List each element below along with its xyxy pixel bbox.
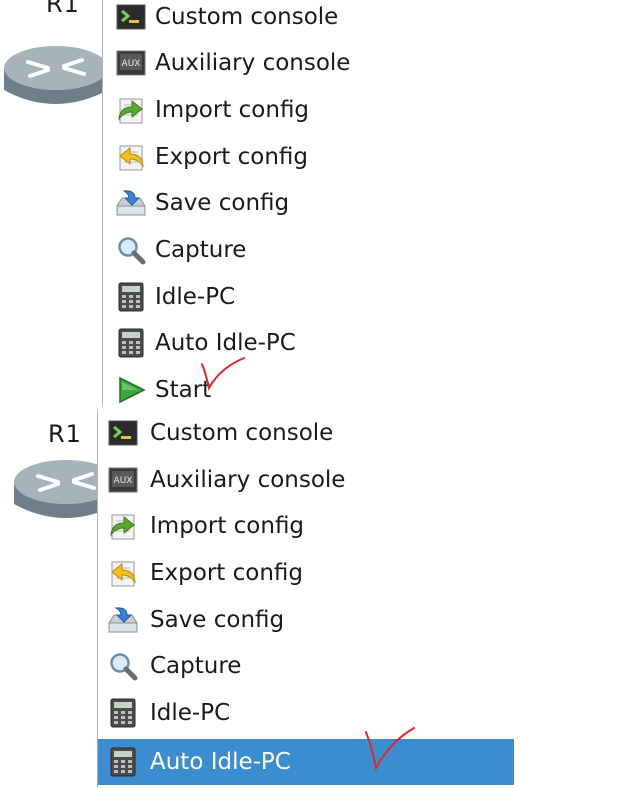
export-config-icon (107, 557, 139, 589)
menu-item-idle-pc[interactable]: Idle-PC (103, 274, 641, 320)
menu-item-label: Capture (150, 653, 242, 679)
menu-item-export-config[interactable]: Export config (103, 134, 641, 180)
context-menu-screenshot-bottom: R1 Custom console AUX Auxiliary console … (0, 406, 641, 788)
menu-item-label: Auto Idle-PC (155, 330, 296, 356)
menu-item-save-config[interactable]: Save config (98, 597, 641, 643)
menu-item-import-config[interactable]: Import config (98, 503, 641, 549)
aux-icon-text: AUX (122, 59, 141, 69)
auxiliary-console-icon: AUX (115, 47, 147, 79)
menu-item-label: Custom console (155, 4, 339, 30)
menu-item-auto-idle-pc[interactable]: Auto Idle-PC (98, 739, 514, 785)
menu-item-auxiliary-console[interactable]: AUX Auxiliary console (103, 40, 641, 86)
import-config-icon (107, 510, 139, 542)
menu-item-label: Capture (155, 237, 247, 263)
menu-item-custom-console[interactable]: Custom console (103, 0, 641, 40)
menu-item-label: Idle-PC (150, 700, 231, 726)
menu-item-label: Custom console (150, 420, 334, 446)
start-play-icon (115, 374, 147, 406)
menu-item-label: Save config (155, 190, 290, 216)
router-icon[interactable] (0, 32, 110, 112)
idle-pc-calculator-icon (115, 281, 147, 313)
import-config-icon (115, 94, 147, 126)
menu-item-capture[interactable]: Capture (103, 227, 641, 273)
capture-magnifier-icon (107, 650, 139, 682)
export-config-icon (115, 141, 147, 173)
router-node-label: R1 (46, 0, 80, 18)
menu-item-save-config[interactable]: Save config (103, 180, 641, 226)
menu-item-import-config[interactable]: Import config (103, 87, 641, 133)
menu-item-start[interactable]: Start (103, 367, 641, 406)
save-config-icon (115, 187, 147, 219)
menu-item-export-config[interactable]: Export config (98, 550, 641, 596)
auto-idle-pc-calculator-icon (115, 327, 147, 359)
menu-item-auto-idle-pc[interactable]: Auto Idle-PC (103, 320, 641, 366)
aux-icon-text: AUX (114, 476, 133, 486)
menu-item-label: Export config (155, 144, 308, 170)
router-node-label: R1 (48, 420, 82, 448)
capture-magnifier-icon (115, 234, 147, 266)
save-config-icon (107, 604, 139, 636)
menu-item-label: Import config (155, 97, 310, 123)
idle-pc-calculator-icon (107, 697, 139, 729)
menu-item-label: Save config (150, 607, 285, 633)
menu-item-label: Idle-PC (155, 284, 236, 310)
menu-item-capture[interactable]: Capture (98, 643, 641, 689)
menu-item-label: Import config (150, 513, 305, 539)
context-menu: Custom console AUX Auxiliary console Imp… (102, 0, 641, 406)
auto-idle-pc-calculator-icon (107, 746, 139, 778)
context-menu-screenshot-top: R1 Custom console AUX Auxiliary console (0, 0, 641, 406)
menu-item-label: Export config (150, 560, 303, 586)
menu-item-custom-console[interactable]: Custom console (98, 410, 641, 456)
custom-console-icon (115, 1, 147, 33)
auxiliary-console-icon: AUX (107, 464, 139, 496)
menu-item-label: Auxiliary console (155, 50, 351, 76)
menu-item-auxiliary-console[interactable]: AUX Auxiliary console (98, 457, 641, 503)
custom-console-icon (107, 417, 139, 449)
menu-item-label: Auxiliary console (150, 467, 346, 493)
red-checkmark-annotation (365, 727, 415, 771)
menu-item-label: Auto Idle-PC (150, 749, 291, 775)
red-checkmark-annotation (201, 357, 245, 391)
